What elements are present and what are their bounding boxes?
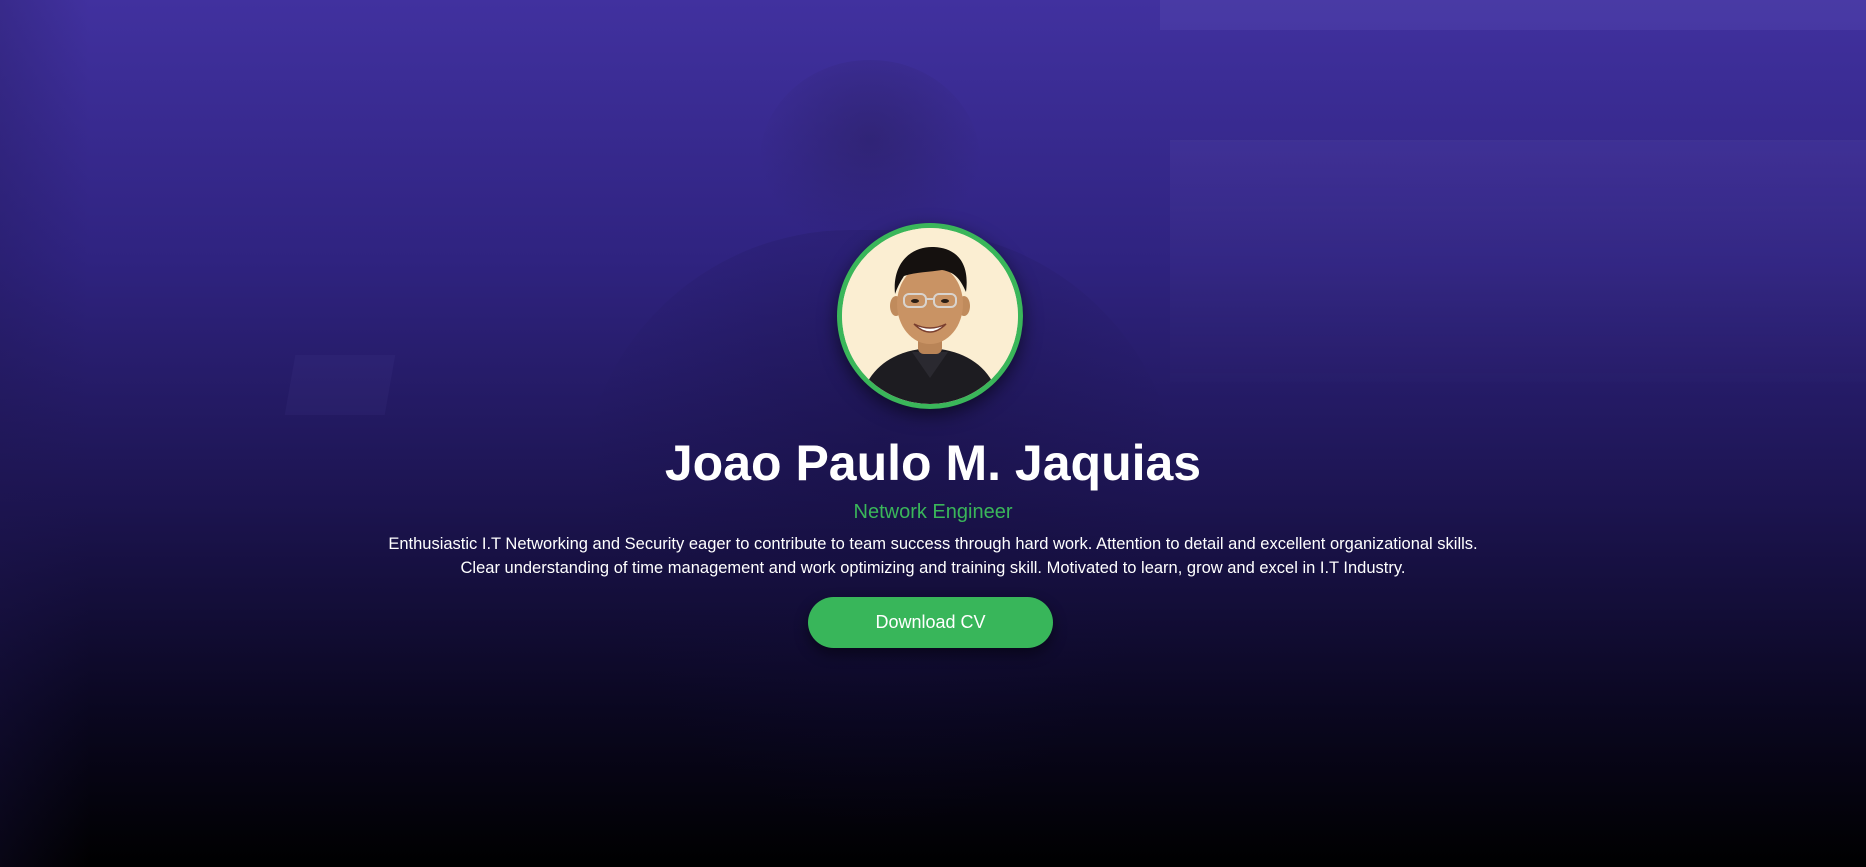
background-photo-light xyxy=(1160,0,1866,30)
profile-bio: Enthusiastic I.T Networking and Security… xyxy=(388,535,1478,577)
hero-section: Joao Paulo M. Jaquias Network Engineer E… xyxy=(0,0,1866,867)
profile-role: Network Engineer xyxy=(853,501,1013,523)
background-photo-window xyxy=(1170,140,1866,382)
avatar xyxy=(842,228,1018,404)
background-photo-laptop xyxy=(284,355,396,415)
profile-name: Joao Paulo M. Jaquias xyxy=(664,435,1202,491)
avatar-ring xyxy=(837,223,1023,409)
download-cv-button[interactable]: Download CV xyxy=(808,597,1053,648)
profile-photo-icon xyxy=(842,228,1018,404)
